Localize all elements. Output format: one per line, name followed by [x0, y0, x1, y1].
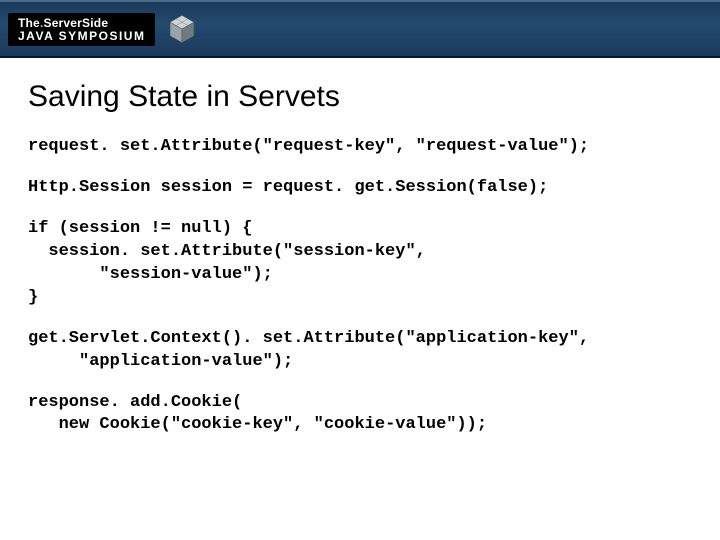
slide-title: Saving State in Servets — [28, 80, 692, 114]
code-line: response. add.Cookie( new Cookie("cookie… — [28, 392, 692, 438]
logo-text-the: The — [18, 16, 40, 30]
code-block: request. set.Attribute("request-key", "r… — [28, 136, 692, 437]
cube-icon — [165, 12, 199, 46]
code-line: get.Servlet.Context(). set.Attribute("ap… — [28, 328, 692, 374]
code-line: Http.Session session = request. get.Sess… — [28, 177, 692, 200]
logo: The.ServerSide JAVA SYMPOSIUM — [8, 13, 155, 46]
logo-text-serverside: ServerSide — [43, 16, 108, 30]
logo-top-line: The.ServerSide — [18, 17, 145, 29]
code-line: if (session != null) { session. set.Attr… — [28, 218, 692, 310]
slide-body: Saving State in Servets request. set.Att… — [0, 58, 720, 437]
code-line: request. set.Attribute("request-key", "r… — [28, 136, 692, 159]
slide-header: The.ServerSide JAVA SYMPOSIUM — [0, 0, 720, 58]
logo-bottom-line: JAVA SYMPOSIUM — [18, 30, 145, 42]
